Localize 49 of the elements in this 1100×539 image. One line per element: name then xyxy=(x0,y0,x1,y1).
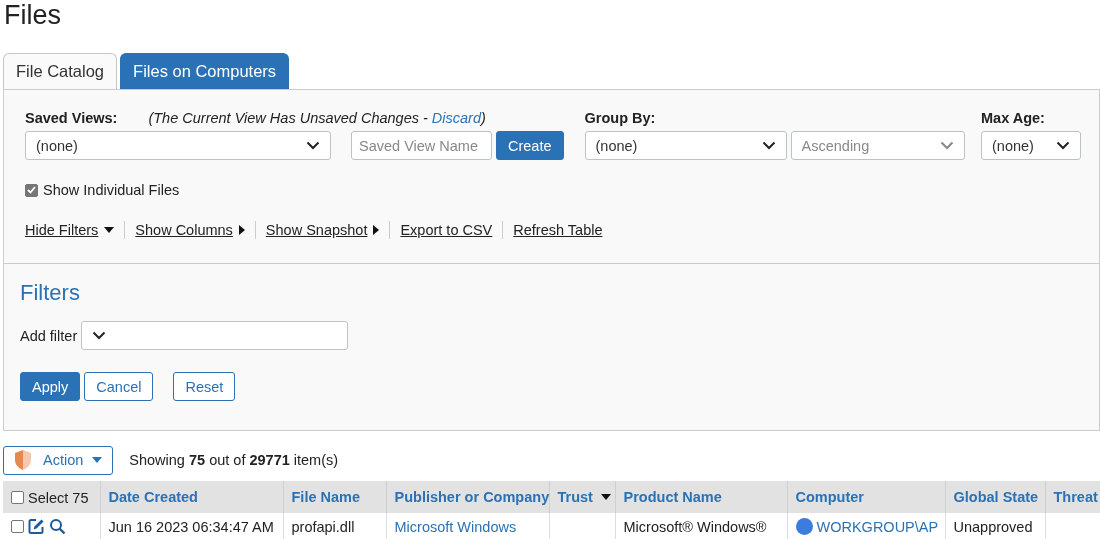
group-by-select[interactable]: (none) xyxy=(584,131,787,160)
create-button[interactable]: Create xyxy=(496,131,564,160)
checkbox[interactable] xyxy=(25,183,38,197)
saved-views-select[interactable]: (none) xyxy=(25,131,331,160)
caret-down-icon xyxy=(104,227,115,233)
computer-link[interactable]: WORKGROUP\AP xyxy=(816,518,939,535)
toolbar-link[interactable]: Hide Filters xyxy=(25,222,115,238)
sort-caret-icon xyxy=(600,494,611,500)
table-cell: profapi.dll xyxy=(291,518,355,535)
field-label: Add filter xyxy=(20,327,78,344)
unsaved-changes-notice: (The Current View Has Unsaved Changes - Discard) xyxy=(148,110,486,126)
filter-button[interactable]: Cancel xyxy=(84,372,154,401)
checkbox[interactable] xyxy=(11,491,24,505)
chevron-down-icon xyxy=(1056,141,1070,150)
saved-view-name-field[interactable]: Saved View Name xyxy=(351,131,492,160)
toolbar-link[interactable]: Refresh Table xyxy=(513,222,603,238)
caret-right-icon xyxy=(238,225,245,235)
field-label: Saved Views: xyxy=(25,110,118,126)
search-icon[interactable] xyxy=(49,518,66,536)
chevron-down-icon xyxy=(761,141,776,150)
toolbar-link[interactable]: Show Columns xyxy=(135,222,245,238)
filter-button[interactable]: Reset xyxy=(173,372,236,401)
apply-button[interactable]: Apply xyxy=(20,372,81,401)
toolbar-link[interactable]: Export to CSV xyxy=(400,222,493,238)
shield-icon xyxy=(12,449,34,471)
checkbox-label: Show Individual Files xyxy=(43,182,180,198)
publisher-link[interactable]: Microsoft Windows xyxy=(394,518,517,535)
discard-link[interactable]: Discard xyxy=(431,110,481,126)
caret-down-icon xyxy=(92,457,103,463)
item-count-text: Showing 75 out of 29771 item(s) xyxy=(129,452,339,468)
chevron-down-icon xyxy=(939,141,954,150)
toolbar-link[interactable]: Show Snapshot xyxy=(265,222,380,238)
caret-right-icon xyxy=(373,225,380,235)
table-cell: Microsoft® Windows® xyxy=(623,518,767,535)
select-all-label: Select 75 xyxy=(28,489,89,506)
chevron-down-icon xyxy=(306,141,320,150)
page-title: Files xyxy=(3,0,61,30)
action-button[interactable]: Action xyxy=(3,445,114,475)
table-cell: Unapproved xyxy=(953,518,1033,535)
max-age-select[interactable]: (none) xyxy=(981,131,1081,160)
edit-icon[interactable] xyxy=(28,518,45,536)
table-cell: Jun 16 2023 06:34:47 AM xyxy=(108,518,274,535)
tab[interactable]: Files on Computers xyxy=(120,53,290,89)
chevron-down-icon xyxy=(92,331,107,340)
checkbox[interactable] xyxy=(11,520,24,534)
field-label: Max Age: xyxy=(981,110,1046,126)
section-title: Filters xyxy=(20,280,80,306)
tab[interactable]: File Catalog xyxy=(3,53,118,89)
field-label: Group By: xyxy=(584,110,657,126)
